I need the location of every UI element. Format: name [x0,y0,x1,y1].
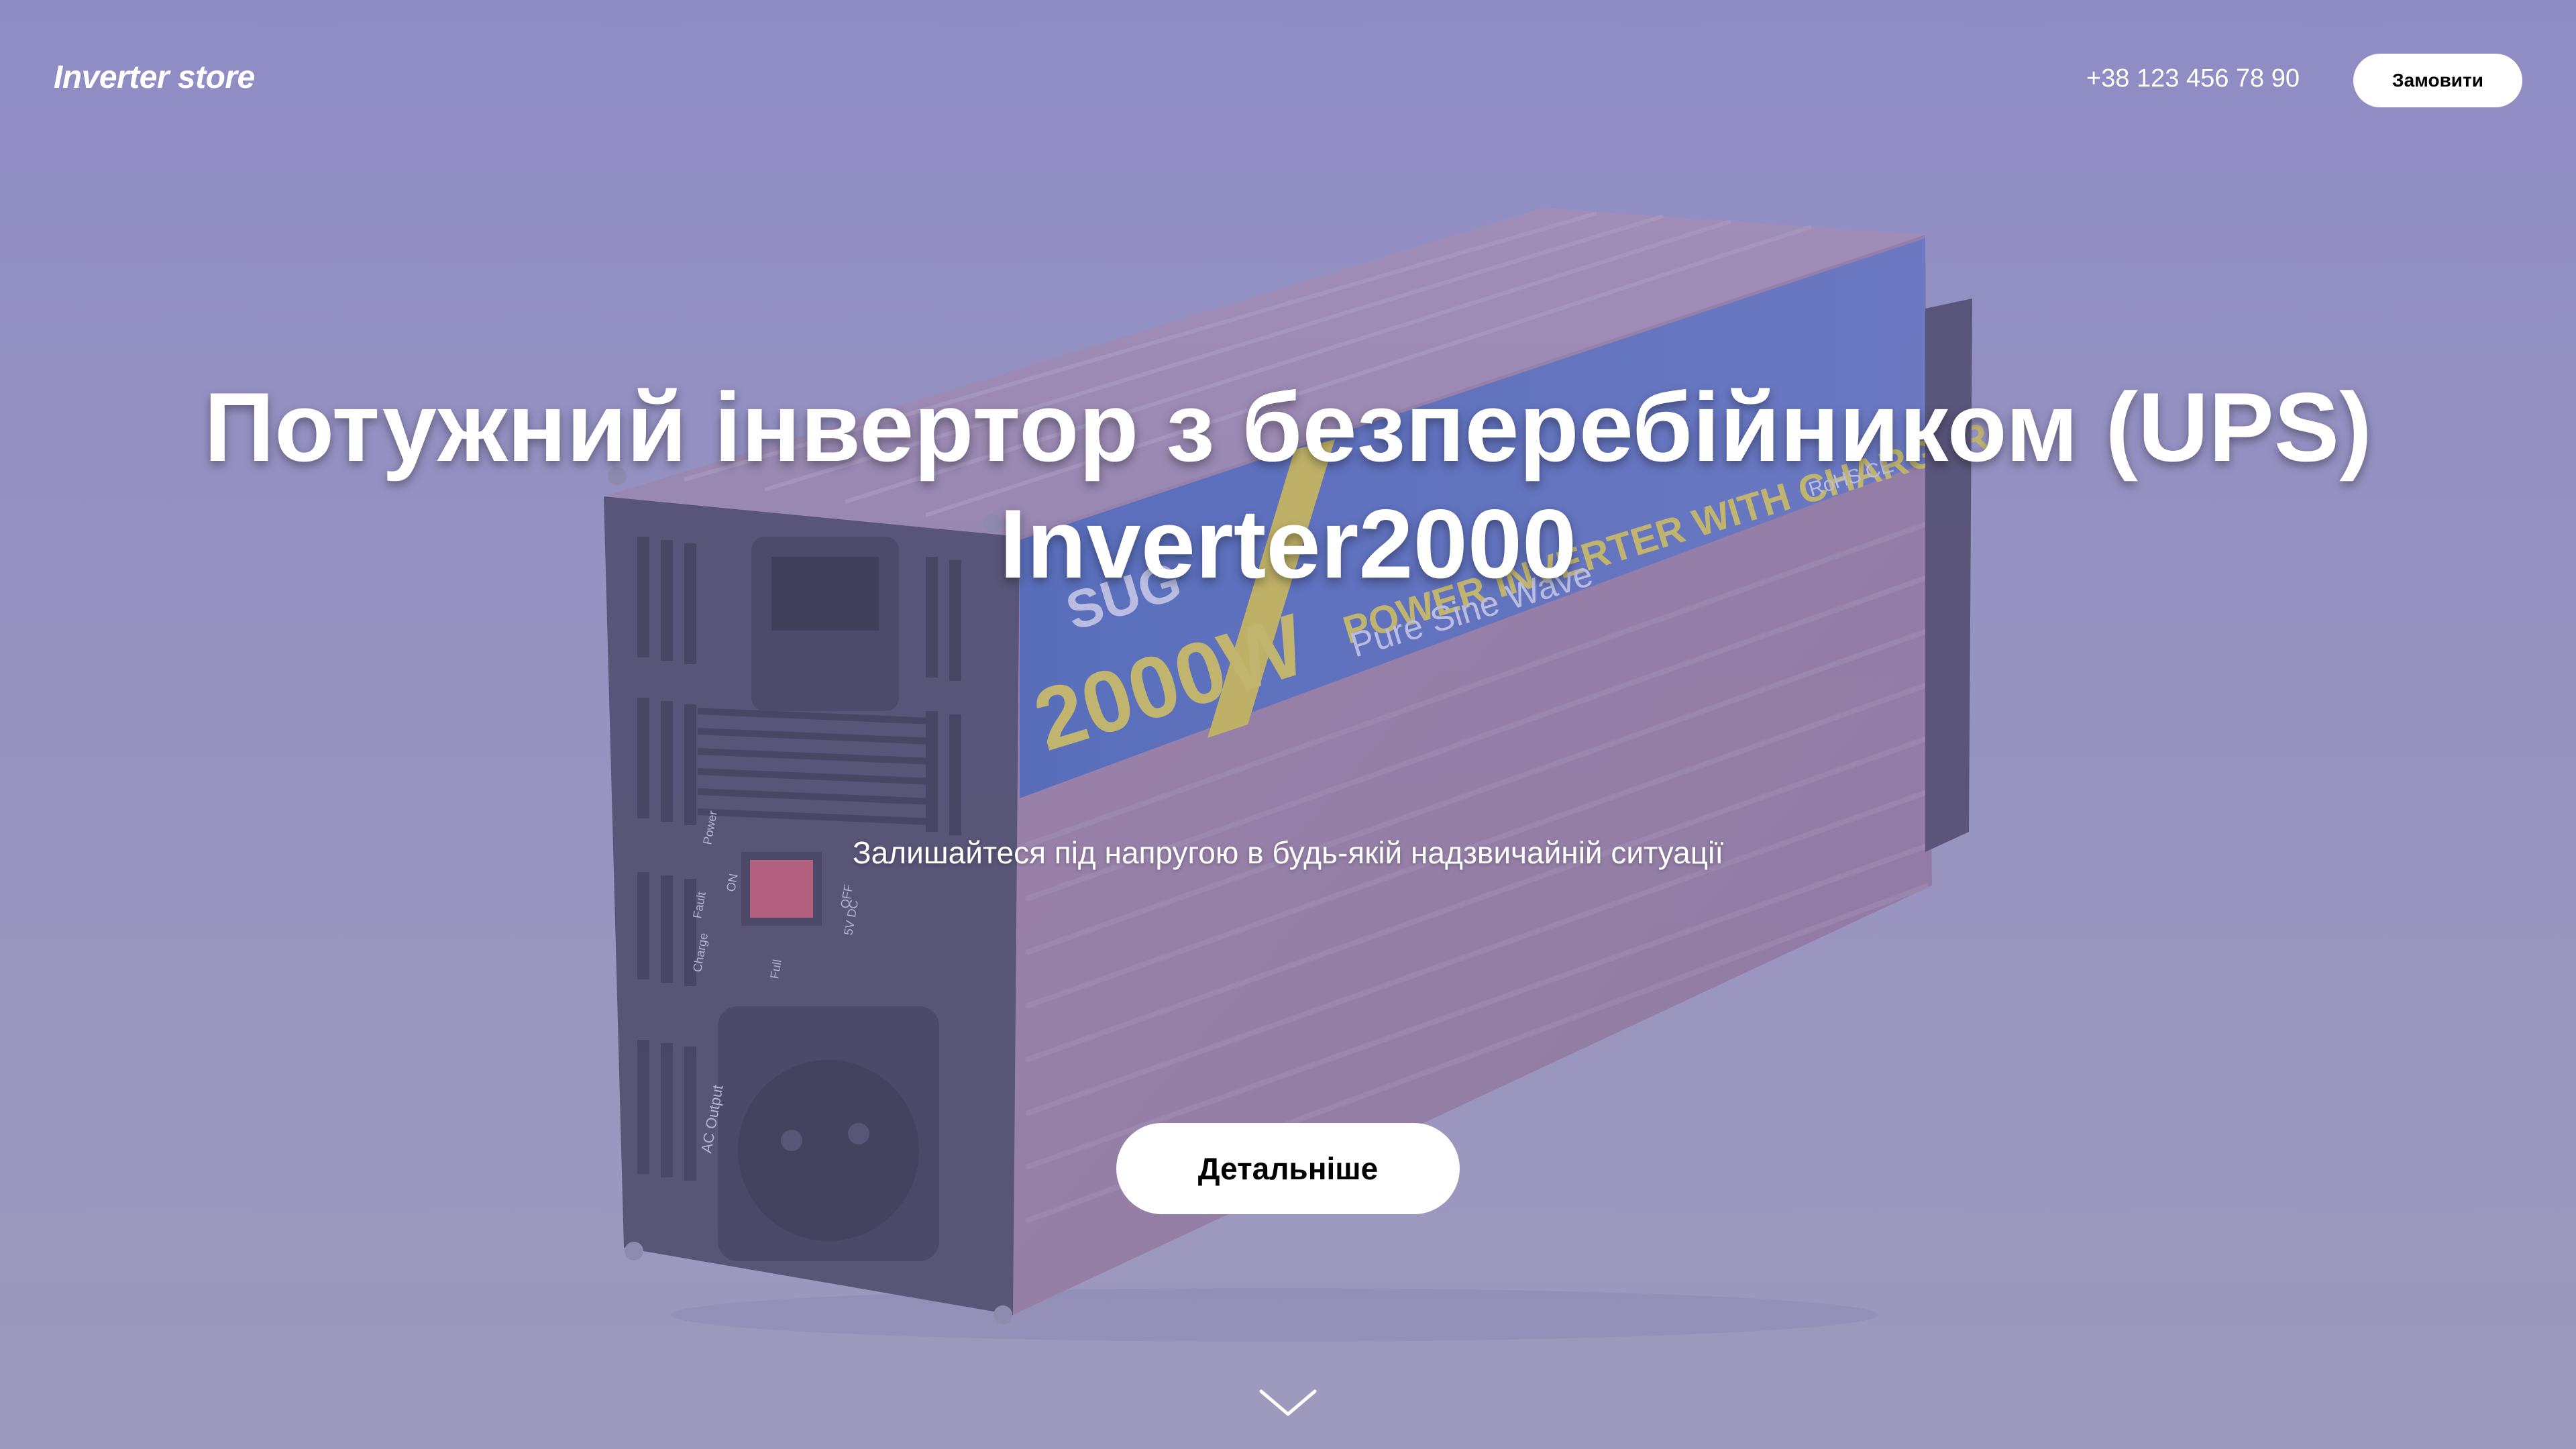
order-button[interactable]: Замовити [2353,54,2522,107]
site-logo[interactable]: Inverter store [54,59,255,96]
hero-section: 2000W POWER INVERTER WITH CHARGER Pure S… [0,0,2576,1449]
hero-subtitle: Залишайтеся під напругою в будь-якій над… [852,835,1724,870]
site-header: Inverter store +38 123 456 78 90 Замовит… [0,0,2576,161]
inverter-product-image: 2000W POWER INVERTER WITH CHARGER Pure S… [0,0,2576,1449]
hero-title: Потужний інвертор з безперебійником (UPS… [204,372,2372,598]
details-button[interactable]: Детальніше [1116,1123,1460,1214]
phone-number-link[interactable]: +38 123 456 78 90 [2086,64,2300,93]
chevron-down-icon[interactable] [1258,1387,1318,1419]
